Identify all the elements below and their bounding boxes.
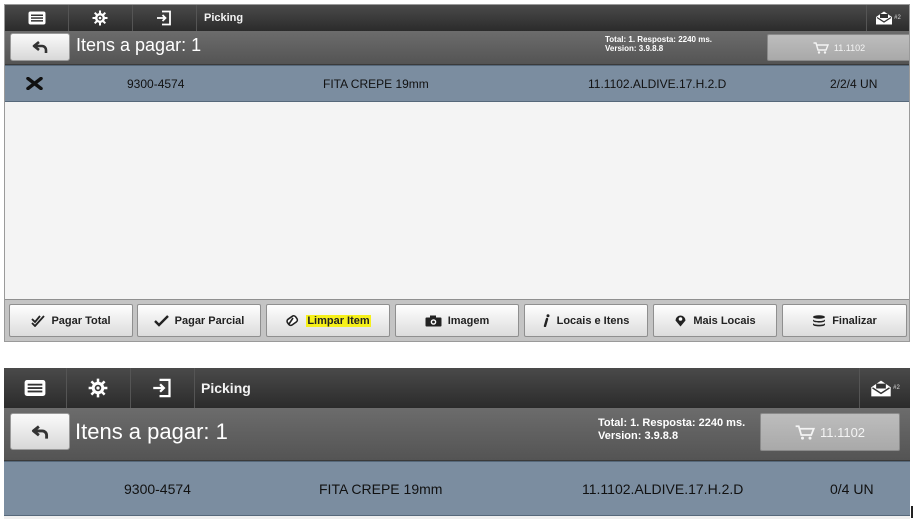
stats-total: Total: 1. Resposta: 2240 ms. <box>605 35 712 44</box>
check-icon <box>153 314 169 327</box>
picking-screen-after: Picking #2 Itens a pagar: 1 Total: 1. Re… <box>4 4 910 342</box>
pagar-parcial-label: Pagar Parcial <box>174 314 245 327</box>
table-row[interactable]: 9300-4574 FITA CREPE 19mm 11.1102.ALDIVE… <box>4 461 910 516</box>
locais-itens-button[interactable]: Locais e Itens <box>524 304 648 337</box>
items-count-title: Itens a pagar: 1 <box>76 35 202 55</box>
double-check-icon <box>31 314 46 327</box>
item-code: 9300-4574 <box>124 480 191 497</box>
undo-arrow-icon <box>32 40 48 53</box>
limpar-item-label: Limpar Item <box>306 314 371 327</box>
limpar-item-button[interactable]: Limpar Item <box>266 304 390 337</box>
item-description: FITA CREPE 19mm <box>323 76 429 91</box>
mail-badge: #2 <box>894 15 901 21</box>
camera-icon <box>425 315 442 326</box>
response-stats: Total: 1. Resposta: 2240 ms. Version: 3.… <box>605 35 712 53</box>
menu-button[interactable] <box>5 5 69 31</box>
menu-icon <box>28 11 45 25</box>
item-quantity: 0/4 UN <box>830 480 874 497</box>
mail-icon <box>876 11 893 25</box>
login-button[interactable] <box>130 368 195 408</box>
cart-label: 11.1102 <box>819 424 866 440</box>
x-icon <box>26 77 43 90</box>
finalizar-button[interactable]: Finalizar <box>782 304 907 337</box>
menu-button[interactable] <box>4 368 67 408</box>
items-count-title: Itens a pagar: 1 <box>75 419 228 444</box>
locais-itens-label: Locais e Itens <box>556 314 630 327</box>
stats-total: Total: 1. Resposta: 2240 ms. <box>598 417 746 429</box>
cart-label: 11.1102 <box>833 42 866 53</box>
item-location: 11.1102.ALDIVE.17.H.2.D <box>582 480 744 497</box>
map-pin-icon <box>675 315 686 327</box>
mail-badge: #2 <box>893 385 900 391</box>
gear-icon <box>88 378 108 398</box>
back-button[interactable] <box>10 33 70 61</box>
messages-button[interactable]: #2 <box>859 368 910 408</box>
pagar-parcial-button[interactable]: Pagar Parcial <box>137 304 261 337</box>
footer-action-bar: Pagar Total Pagar Parcial Limpar Item Im… <box>5 299 909 341</box>
imagem-button[interactable]: Imagem <box>395 304 519 337</box>
login-icon <box>153 378 171 398</box>
cart-icon <box>813 41 829 54</box>
imagem-label: Imagem <box>447 314 490 327</box>
items-header: Itens a pagar: 1 Total: 1. Resposta: 224… <box>4 408 910 461</box>
finalizar-label: Finalizar <box>832 314 877 327</box>
stats-version: Version: 3.9.8.8 <box>605 44 664 54</box>
messages-button[interactable]: #2 <box>866 5 909 31</box>
cart-button[interactable]: 11.1102 <box>760 413 900 451</box>
settings-button[interactable] <box>68 5 133 31</box>
info-icon <box>543 314 550 327</box>
table-row[interactable]: 9300-4574 FITA CREPE 19mm 11.1102.ALDIVE… <box>5 65 909 102</box>
item-location: 11.1102.ALDIVE.17.H.2.D <box>588 76 727 91</box>
item-code: 9300-4574 <box>127 76 185 91</box>
items-list-empty-area <box>5 102 909 300</box>
mais-locais-label: Mais Locais <box>693 314 756 327</box>
app-title: Picking <box>204 12 244 24</box>
app-title: Picking <box>201 380 251 396</box>
menu-icon <box>24 380 46 396</box>
top-action-bar: Picking #2 <box>4 368 910 408</box>
response-stats: Total: 1. Resposta: 2240 ms. Version: 3.… <box>598 417 745 442</box>
gear-icon <box>92 10 108 26</box>
database-icon <box>813 314 826 326</box>
login-icon <box>157 10 171 26</box>
top-action-bar: Picking #2 <box>5 5 909 31</box>
undo-arrow-icon <box>31 424 49 439</box>
picking-screen-before: Picking #2 Itens a pagar: 1 Total: 1. Re… <box>4 368 910 519</box>
eraser-icon <box>286 314 299 326</box>
cart-icon <box>795 424 815 440</box>
mail-icon <box>871 380 891 396</box>
stats-version: Version: 3.9.8.8 <box>598 429 679 442</box>
items-header: Itens a pagar: 1 Total: 1. Resposta: 224… <box>5 31 909 65</box>
login-button[interactable] <box>132 5 197 31</box>
pagar-total-label: Pagar Total <box>51 314 111 327</box>
cart-button[interactable]: 11.1102 <box>767 34 909 61</box>
settings-button[interactable] <box>66 368 131 408</box>
remove-item-button[interactable] <box>26 66 43 101</box>
item-quantity: 2/2/4 UN <box>830 76 878 91</box>
back-button[interactable] <box>10 413 70 450</box>
item-description: FITA CREPE 19mm <box>319 480 443 497</box>
mais-locais-button[interactable]: Mais Locais <box>653 304 777 337</box>
pagar-total-button[interactable]: Pagar Total <box>9 304 133 337</box>
